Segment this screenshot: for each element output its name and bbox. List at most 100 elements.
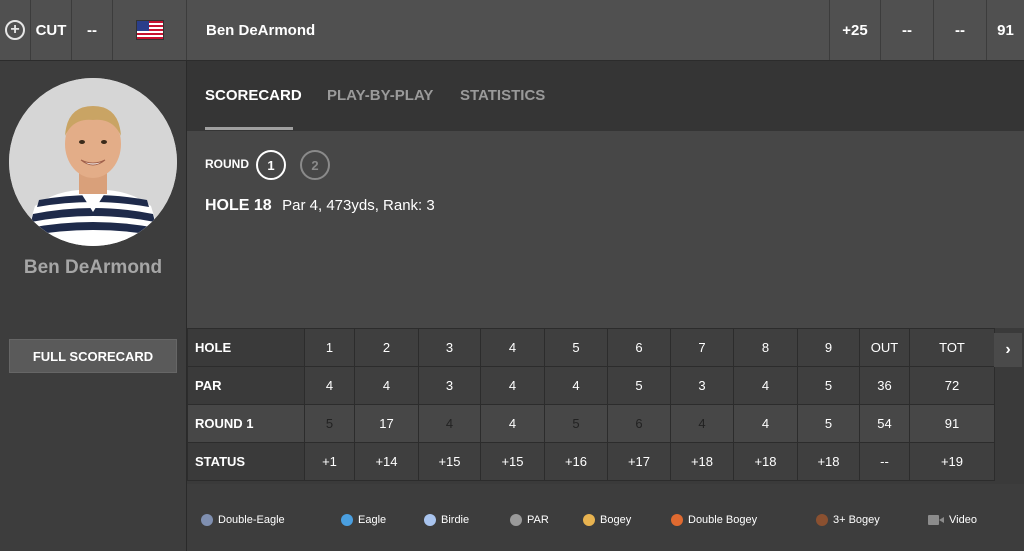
legend-label: Double-Eagle <box>218 514 285 526</box>
score-cell: 4 <box>418 404 481 443</box>
status-cell: +18 <box>670 442 734 481</box>
hole-cell: 2 <box>354 328 419 367</box>
par-tot: 72 <box>909 366 995 405</box>
legend-3plus-bogey: 3+ Bogey <box>816 514 880 526</box>
round-label: ROUND <box>205 157 249 171</box>
status-cell: +18 <box>797 442 860 481</box>
scorecard-table: HOLE 1 2 3 4 5 6 7 8 9 OUT TOT PAR 4 4 3… <box>187 328 995 481</box>
player-name: Ben DeArmond <box>23 257 163 278</box>
today-cell: -- <box>902 21 912 39</box>
status-row: STATUS +1 +14 +15 +15 +16 +17 +18 +18 +1… <box>187 442 995 481</box>
status-cell: +15 <box>418 442 481 481</box>
us-flag-icon <box>136 21 163 39</box>
hole-cell: 3 <box>418 328 481 367</box>
legend-double-bogey: Double Bogey <box>671 514 757 526</box>
plus-circle-icon: + <box>5 20 25 40</box>
tab-scorecard[interactable]: SCORECARD <box>205 87 302 104</box>
legend-birdie: Birdie <box>424 514 469 526</box>
score-cell: 4 <box>670 404 734 443</box>
round-2-button[interactable]: 2 <box>300 150 330 180</box>
full-scorecard-button[interactable]: FULL SCORECARD <box>9 339 177 373</box>
to-par-cell: +25 <box>842 21 868 39</box>
round-1-button[interactable]: 1 <box>256 150 286 180</box>
birdie-dot-icon <box>424 514 436 526</box>
legend-video: Video <box>928 514 977 526</box>
legend-label: 3+ Bogey <box>833 514 880 526</box>
player-panel: Ben DeArmond FULL SCORECARD <box>0 61 187 551</box>
tab-statistics[interactable]: STATISTICS <box>460 87 545 104</box>
legend-label: Double Bogey <box>688 514 758 526</box>
score-tot: 91 <box>909 404 995 443</box>
legend-label: PAR <box>527 514 549 526</box>
tab-bar: SCORECARD PLAY-BY-PLAY STATISTICS <box>187 61 1024 131</box>
par-out: 36 <box>859 366 910 405</box>
status-cell: +17 <box>607 442 671 481</box>
par-cell: 5 <box>797 366 860 405</box>
tab-play-by-play[interactable]: PLAY-BY-PLAY <box>327 87 433 104</box>
status-cell: +1 <box>304 442 355 481</box>
score-cell: 5 <box>544 404 608 443</box>
score-cell: 5 <box>304 404 355 443</box>
par-cell: 3 <box>670 366 734 405</box>
eagle-dot-icon <box>341 514 353 526</box>
three-plus-bogey-dot-icon <box>816 514 828 526</box>
double-bogey-dot-icon <box>671 514 683 526</box>
country-cell <box>113 0 186 60</box>
par-cell: 4 <box>354 366 419 405</box>
par-cell: 4 <box>480 366 545 405</box>
legend-double-eagle: Double-Eagle <box>201 514 285 526</box>
row-label: HOLE <box>187 328 305 367</box>
player-name-link[interactable]: Ben DeArmond <box>206 0 315 60</box>
round-1-row: ROUND 1 5 17 4 4 5 6 4 4 5 54 91 <box>187 404 995 443</box>
position-cell: CUT <box>35 21 67 39</box>
par-cell: 4 <box>544 366 608 405</box>
status-tot: +19 <box>909 442 995 481</box>
double-eagle-dot-icon <box>201 514 213 526</box>
par-cell: 4 <box>304 366 355 405</box>
leaderboard-row: + CUT -- Ben DeArmond +25 -- -- 91 <box>0 0 1024 61</box>
chevron-right-icon: › <box>1005 341 1011 358</box>
hole-cell: 6 <box>607 328 671 367</box>
status-cell: +14 <box>354 442 419 481</box>
status-cell: +16 <box>544 442 608 481</box>
hole-cell: 9 <box>797 328 860 367</box>
bogey-dot-icon <box>583 514 595 526</box>
thru-cell: -- <box>955 21 965 39</box>
score-out: 54 <box>859 404 910 443</box>
legend-bogey: Bogey <box>583 514 631 526</box>
player-headshot <box>9 78 177 246</box>
status-cell: +15 <box>480 442 545 481</box>
hole-row: HOLE 1 2 3 4 5 6 7 8 9 OUT TOT <box>187 328 995 367</box>
hole-title: HOLE 18 <box>205 197 272 214</box>
tot-header: TOT <box>909 328 995 367</box>
hole-cell: 7 <box>670 328 734 367</box>
active-tab-indicator <box>205 127 293 130</box>
score-cell: 6 <box>607 404 671 443</box>
row-label: STATUS <box>187 442 305 481</box>
legend-label: Birdie <box>441 514 470 526</box>
legend-eagle: Eagle <box>341 514 386 526</box>
hole-info: HOLE 18 Par 4, 473yds, Rank: 3 <box>205 197 435 215</box>
out-header: OUT <box>859 328 910 367</box>
par-row: PAR 4 4 3 4 4 5 3 4 5 36 72 <box>187 366 995 405</box>
hole-details: Par 4, 473yds, Rank: 3 <box>282 197 435 214</box>
legend-label: Eagle <box>358 514 387 526</box>
movement-cell: -- <box>87 21 97 39</box>
status-cell: +18 <box>733 442 798 481</box>
row-label: ROUND 1 <box>187 404 305 443</box>
scorecard-content: ROUND 1 2 HOLE 18 Par 4, 473yds, Rank: 3 <box>187 131 1024 328</box>
score-cell: 4 <box>733 404 798 443</box>
status-out: -- <box>859 442 910 481</box>
total-cell: 91 <box>997 21 1014 39</box>
score-cell: 4 <box>480 404 545 443</box>
row-label: PAR <box>187 366 305 405</box>
hole-cell: 8 <box>733 328 798 367</box>
legend-label: Bogey <box>600 514 632 526</box>
par-cell: 4 <box>733 366 798 405</box>
hole-cell: 1 <box>304 328 355 367</box>
expand-button[interactable]: + <box>0 0 30 60</box>
legend-label: Video <box>949 514 977 526</box>
next-holes-button[interactable]: › <box>994 333 1022 367</box>
score-cell: 5 <box>797 404 860 443</box>
legend-par: PAR <box>510 514 549 526</box>
